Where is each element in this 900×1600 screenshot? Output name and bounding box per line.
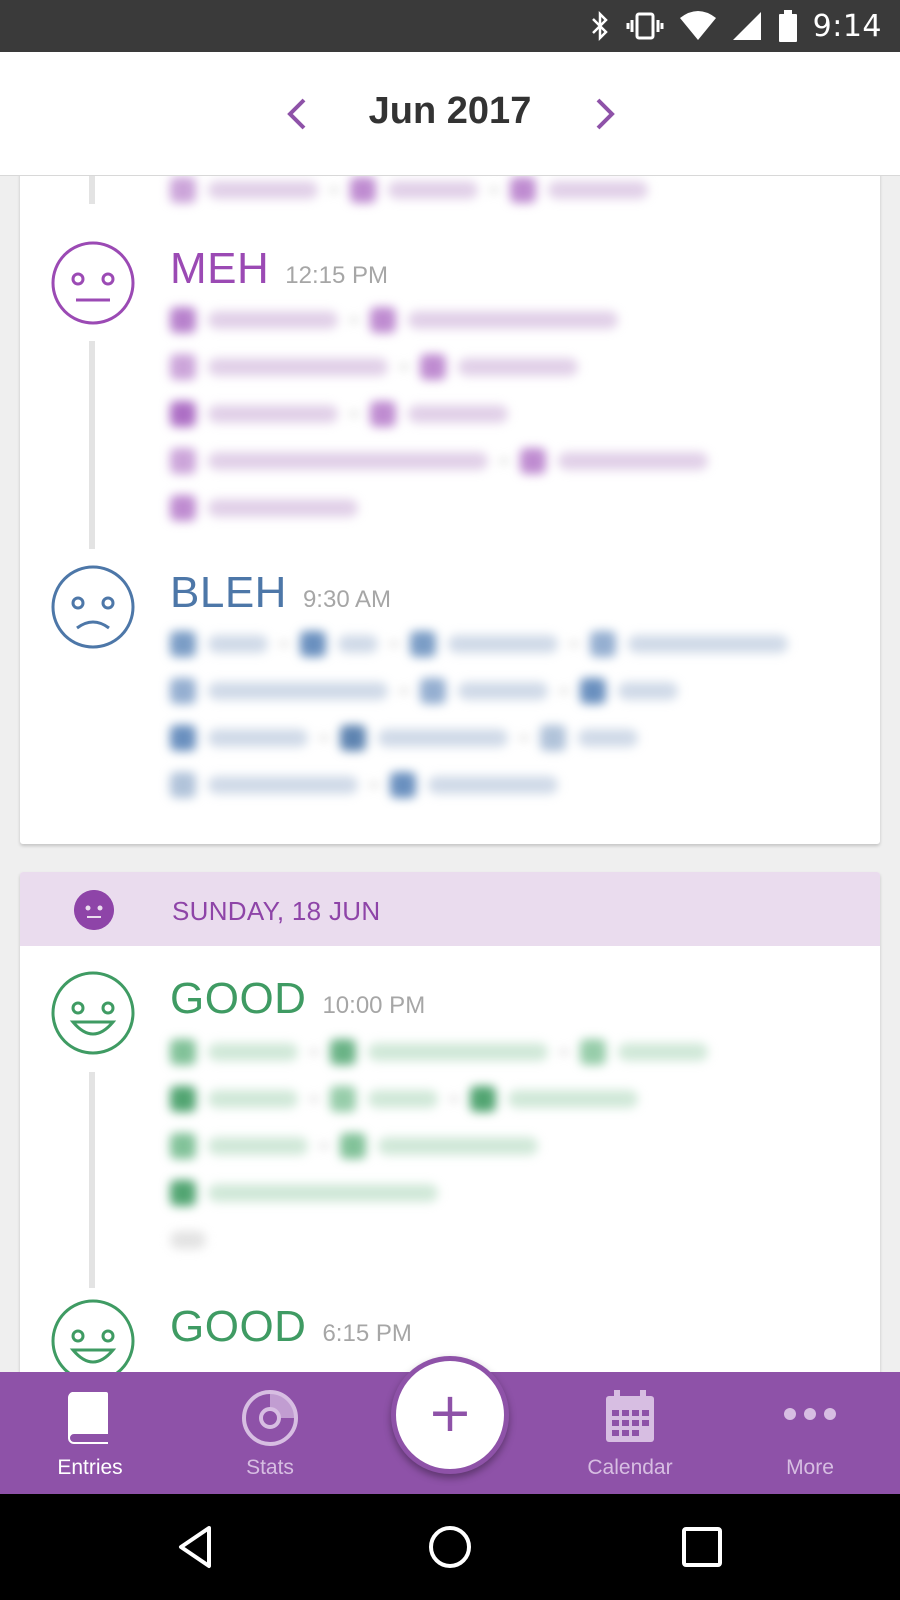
tab-entries[interactable]: Entries	[10, 1372, 170, 1494]
timeline-line	[89, 176, 95, 204]
tab-more[interactable]: More	[730, 1372, 890, 1494]
activity-tags-blurred	[170, 296, 850, 531]
smile-face-icon[interactable]	[50, 1298, 136, 1372]
day-label: SUNDAY, 18 JUN	[172, 896, 381, 926]
day-card: SUNDAY, 18 JUN GOOD 10:00 PM GOOD 6:15 P…	[20, 872, 880, 1372]
more-dots-icon	[784, 1408, 836, 1420]
activity-tags-blurred	[170, 620, 850, 808]
bluetooth-icon	[591, 10, 608, 42]
plus-icon: +	[427, 1381, 473, 1444]
back-icon[interactable]	[173, 1522, 223, 1572]
entry-header[interactable]: GOOD 10:00 PM	[170, 974, 425, 1024]
system-nav-bar	[0, 1494, 900, 1600]
vibrate-icon	[626, 12, 664, 40]
tab-calendar[interactable]: Calendar	[550, 1372, 710, 1494]
add-entry-button[interactable]: +	[391, 1356, 509, 1474]
mood-label: GOOD	[170, 974, 307, 1023]
entry-time: 12:15 PM	[285, 262, 389, 289]
timeline-line	[89, 1072, 95, 1288]
day-header: SUNDAY, 18 JUN	[20, 872, 880, 946]
status-bar: 9:14	[0, 0, 900, 52]
tab-label: Calendar	[587, 1456, 673, 1479]
recents-icon[interactable]	[677, 1522, 727, 1572]
mood-label: GOOD	[170, 1302, 307, 1351]
entry-time: 10:00 PM	[322, 992, 426, 1019]
entry-header[interactable]: MEH 12:15 PM	[170, 244, 388, 294]
activity-tags-blurred	[170, 176, 850, 213]
tab-stats[interactable]: Stats	[190, 1372, 350, 1494]
day-mood-icon	[74, 890, 114, 930]
day-card: MEH 12:15 PM BLEH 9:30 AM	[20, 176, 880, 844]
timeline-line	[89, 341, 95, 549]
entry-time: 9:30 AM	[302, 586, 392, 613]
battery-icon	[778, 10, 797, 42]
book-icon	[67, 1392, 108, 1444]
month-title: Jun 2017	[368, 90, 532, 132]
wifi-icon	[679, 11, 716, 40]
mood-label: MEH	[170, 244, 270, 293]
smile-face-icon[interactable]	[50, 970, 136, 1056]
app-header: Jun 2017	[0, 52, 900, 176]
entries-list[interactable]: MEH 12:15 PM BLEH 9:30 AM SUNDAY, 18 JUN	[0, 176, 900, 1372]
calendar-icon	[606, 1390, 654, 1442]
tab-label: Stats	[246, 1456, 294, 1479]
home-icon[interactable]	[425, 1522, 475, 1572]
tab-label: More	[786, 1456, 834, 1479]
sad-face-icon[interactable]	[50, 564, 136, 650]
entry-header[interactable]: BLEH 9:30 AM	[170, 568, 391, 618]
tab-label: Entries	[57, 1456, 123, 1479]
activity-tags-blurred	[170, 1028, 850, 1263]
entry-time: 6:15 PM	[322, 1320, 412, 1347]
mood-label: BLEH	[170, 568, 287, 617]
stats-disc-icon	[242, 1390, 298, 1446]
neutral-face-icon[interactable]	[50, 240, 136, 326]
next-month-icon[interactable]	[584, 94, 624, 134]
clock: 9:14	[812, 8, 882, 44]
signal-icon	[732, 12, 761, 40]
entry-header[interactable]: GOOD 6:15 PM	[170, 1302, 412, 1352]
